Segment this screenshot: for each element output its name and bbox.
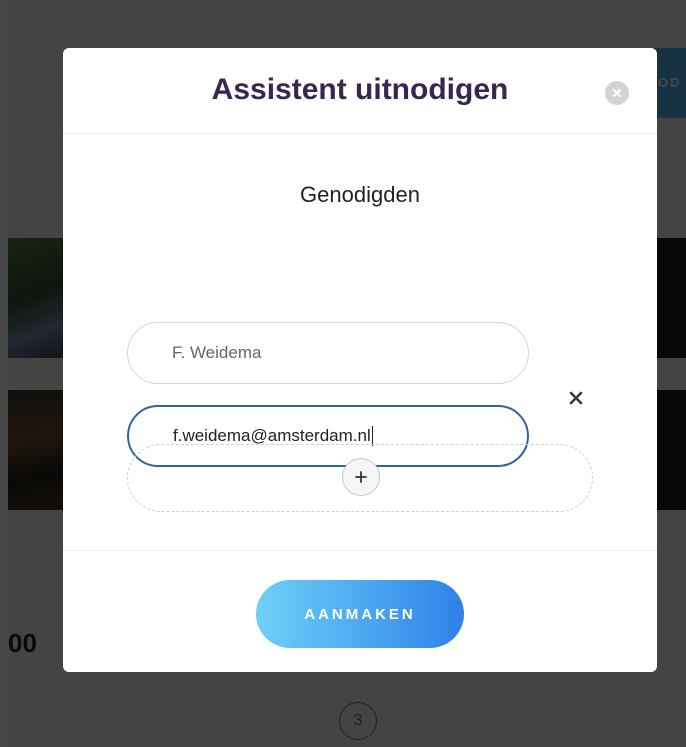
create-button[interactable]: AANMAKEN <box>256 580 464 648</box>
invitees-heading: Genodigden <box>300 182 420 207</box>
modal-title: Assistent uitnodigen <box>211 72 509 106</box>
text-cursor <box>371 426 373 446</box>
invitee-email-value: f.weidema@amsterdam.nl <box>173 426 371 445</box>
plus-icon <box>355 471 367 483</box>
modal-header: Assistent uitnodigen <box>63 48 657 134</box>
invitee-name-field[interactable]: F. Weidema <box>127 322 529 384</box>
invitee-name-value: F. Weidema <box>172 343 262 362</box>
modal-footer: AANMAKEN <box>63 550 657 672</box>
remove-invitee-button[interactable] <box>565 387 587 409</box>
screen: OD 00 3 Assistent uitnodigen Genodigden … <box>0 0 686 747</box>
remove-icon <box>569 391 583 405</box>
close-icon <box>613 89 621 97</box>
add-circle <box>342 458 380 496</box>
add-invitee-button[interactable] <box>127 444 593 512</box>
invite-assistant-modal: Assistent uitnodigen Genodigden F. Weide… <box>63 48 657 672</box>
close-button[interactable] <box>605 81 629 105</box>
